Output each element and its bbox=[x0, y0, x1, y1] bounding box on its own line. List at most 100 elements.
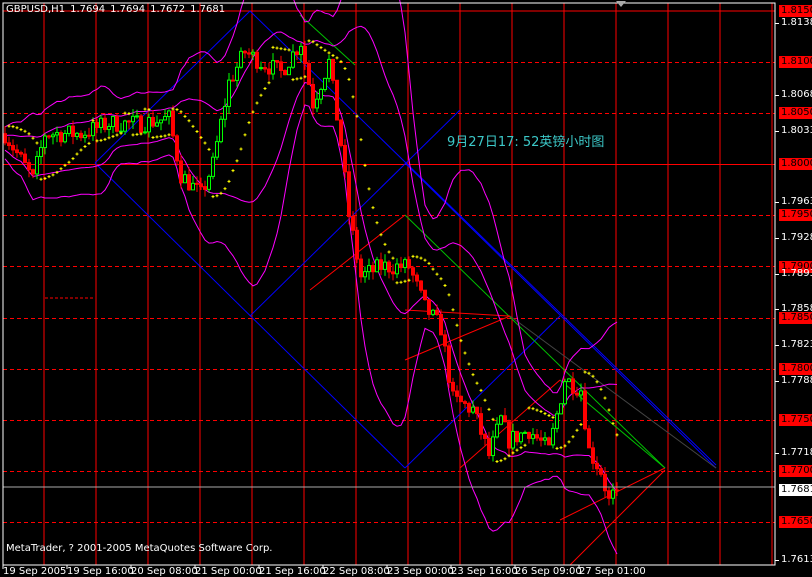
candle-bearish bbox=[203, 186, 207, 190]
candle-bullish bbox=[75, 132, 79, 138]
candle-bearish bbox=[127, 120, 131, 123]
copyright-text: MetaTrader, ? 2001-2005 MetaQuotes Softw… bbox=[6, 543, 273, 554]
candle-bullish bbox=[319, 88, 323, 100]
candle-bullish bbox=[143, 131, 147, 134]
candle-bullish bbox=[107, 126, 111, 130]
candle-bullish bbox=[287, 66, 291, 76]
candle-bearish bbox=[243, 50, 247, 54]
price-axis-label: 1.7928 bbox=[781, 231, 812, 243]
candle-bearish bbox=[355, 229, 359, 260]
time-axis-label: 22 Sep 08:00 bbox=[323, 566, 390, 577]
candle-bearish bbox=[459, 395, 463, 403]
candle-bearish bbox=[187, 174, 191, 191]
price-chart[interactable] bbox=[0, 0, 812, 576]
trendline[interactable] bbox=[94, 10, 251, 164]
candle-bearish bbox=[87, 134, 91, 137]
candle-bearish bbox=[507, 421, 511, 449]
candle-bearish bbox=[571, 378, 575, 394]
trendline[interactable] bbox=[249, 10, 717, 466]
candle-bullish bbox=[183, 174, 187, 184]
price-axis-label: 1.7963 bbox=[781, 196, 812, 208]
price-axis-label: 1.8150 bbox=[779, 5, 812, 17]
candle-bearish bbox=[11, 145, 15, 151]
trendline[interactable] bbox=[404, 315, 561, 469]
candle-bullish bbox=[111, 115, 115, 128]
candle-bearish bbox=[179, 160, 183, 184]
time-axis-label: 20 Sep 08:00 bbox=[131, 566, 198, 577]
candle-bullish bbox=[555, 413, 559, 429]
candle-bearish bbox=[47, 135, 51, 138]
time-axis-label: 27 Sep 01:00 bbox=[579, 566, 646, 577]
candle-bullish bbox=[207, 175, 211, 190]
candle-bearish bbox=[515, 430, 519, 443]
candle-bearish bbox=[263, 67, 267, 70]
candle-bearish bbox=[599, 468, 603, 475]
time-axis-label: 19 Sep 2005 bbox=[3, 566, 67, 577]
candle-bullish bbox=[579, 390, 583, 396]
candle-bullish bbox=[55, 132, 59, 136]
candle-bullish bbox=[167, 110, 171, 118]
symbol-label: GBPUSD,H1 bbox=[6, 4, 66, 15]
candle-bullish bbox=[363, 271, 367, 278]
candle-bearish bbox=[423, 289, 427, 301]
candle-bearish bbox=[27, 162, 31, 171]
candle-bearish bbox=[283, 69, 287, 76]
price-axis-label: 1.8050 bbox=[779, 107, 812, 120]
candle-bullish bbox=[531, 434, 535, 439]
trendline[interactable] bbox=[299, 14, 356, 66]
candle-bearish bbox=[335, 79, 339, 121]
price-axis-label: 1.7893 bbox=[781, 267, 812, 279]
candle-bullish bbox=[519, 432, 523, 443]
trendline-drawings bbox=[45, 10, 717, 566]
price-axis-label: 1.7800 bbox=[779, 362, 812, 375]
candle-bearish bbox=[607, 490, 611, 499]
candle-bullish bbox=[563, 381, 567, 405]
grid bbox=[2, 3, 779, 569]
candle-bullish bbox=[431, 309, 435, 315]
candle-bearish bbox=[343, 144, 347, 173]
candle-bearish bbox=[95, 122, 99, 129]
candle-bullish bbox=[499, 415, 503, 425]
candle-bullish bbox=[375, 259, 379, 273]
candle-bearish bbox=[479, 413, 483, 435]
candle-bearish bbox=[487, 437, 491, 457]
candle-bearish bbox=[603, 473, 607, 492]
candle-bullish bbox=[251, 51, 255, 55]
candle-bullish bbox=[383, 261, 387, 270]
candle-bearish bbox=[115, 115, 119, 132]
bollinger-band-line bbox=[4, 0, 618, 394]
chart-annotation-text[interactable]: 9月27日17: 52英镑小时图 bbox=[447, 131, 604, 150]
price-axis-label: 1.8138 bbox=[781, 17, 812, 29]
candle-bullish bbox=[39, 147, 43, 158]
candle-bearish bbox=[475, 406, 479, 415]
candle-bearish bbox=[467, 402, 471, 413]
price-axis-label: 1.7850 bbox=[779, 311, 812, 324]
candle-bearish bbox=[583, 390, 587, 430]
candle-bullish bbox=[91, 122, 95, 137]
candle-bullish bbox=[367, 265, 371, 273]
candle-bearish bbox=[407, 259, 411, 269]
candle-bearish bbox=[199, 183, 203, 188]
candle-bearish bbox=[547, 437, 551, 446]
candle-bullish bbox=[135, 115, 139, 118]
candle-bullish bbox=[491, 436, 495, 457]
time-axis-label: 19 Sep 16:00 bbox=[67, 566, 134, 577]
time-axis-label: 23 Sep 16:00 bbox=[451, 566, 518, 577]
price-axis-label: 1.7788 bbox=[781, 374, 812, 386]
candle-bearish bbox=[451, 381, 455, 392]
candle-bearish bbox=[331, 58, 335, 81]
candle-bullish bbox=[323, 77, 327, 90]
candle-bearish bbox=[247, 52, 251, 55]
candle-bullish bbox=[559, 403, 563, 415]
candle-bearish bbox=[503, 415, 507, 423]
candle-bearish bbox=[443, 334, 447, 347]
candle-bullish bbox=[239, 50, 243, 68]
candle-bearish bbox=[231, 79, 235, 82]
chart-shift-marker-icon[interactable] bbox=[616, 1, 626, 7]
candle-bearish bbox=[575, 392, 579, 396]
trendline[interactable] bbox=[404, 309, 511, 317]
candle-bearish bbox=[339, 119, 343, 146]
trendline[interactable] bbox=[404, 315, 511, 361]
candle-bearish bbox=[439, 313, 443, 336]
candle-bullish bbox=[291, 51, 295, 68]
